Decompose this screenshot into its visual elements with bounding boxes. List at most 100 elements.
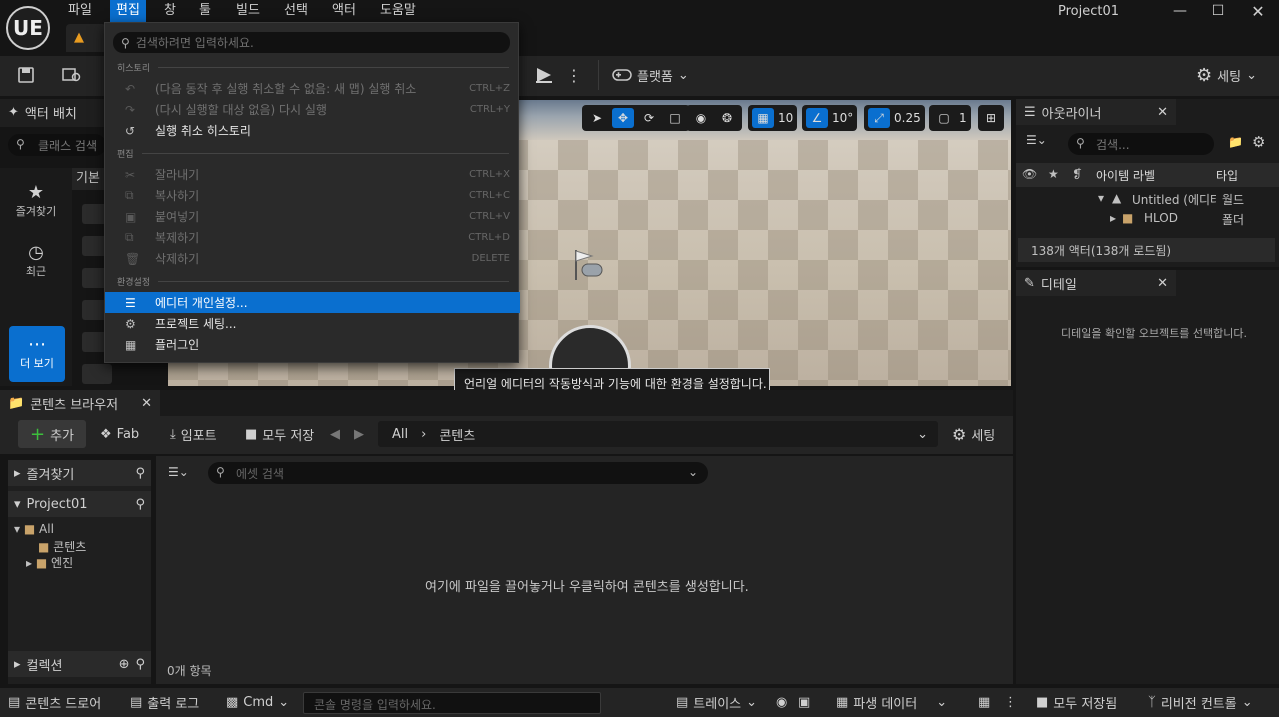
tree-item-engine[interactable]: ▸ ■ 엔진 [26, 554, 73, 571]
menu-window[interactable]: 창 [158, 0, 182, 22]
expand-arrow-icon[interactable]: ▾ [1098, 191, 1104, 205]
outliner-row[interactable]: ▾ ▲ Untitled (에디터 월드 [1016, 189, 1266, 209]
add-button[interactable]: + 추가 [18, 420, 86, 448]
layout-grid-icon[interactable]: ⊞ [982, 108, 1000, 128]
menu-edit[interactable]: 편집 [110, 0, 146, 22]
add-folder-icon[interactable]: 📁 [1228, 135, 1243, 149]
grid-snap-icon[interactable]: ▦ [752, 108, 774, 128]
favorite-column-icon[interactable]: ★ [1048, 167, 1059, 181]
forward-button[interactable]: ▶ [354, 420, 364, 448]
import-button[interactable]: ⤓ 임포트 [170, 420, 217, 448]
tree-item-content[interactable]: ■ 콘텐츠 [38, 538, 86, 555]
chevron-down-icon[interactable]: ⌄ [688, 465, 698, 479]
more-options-icon[interactable]: ⋮ [1004, 688, 1017, 717]
scale-snap-icon[interactable]: ⤢ [868, 108, 890, 128]
content-drawer-button[interactable]: ▤ 콘텐츠 드로어 [8, 688, 101, 717]
search-icon[interactable]: ⚲ [135, 657, 145, 672]
menu-item-editor-preferences[interactable]: ☰ 에디터 개인설정... [105, 292, 520, 313]
category-recent[interactable]: ◷ 최근 [0, 242, 72, 279]
column-item-label[interactable]: 아이템 라벨 [1096, 167, 1155, 184]
unreal-logo[interactable]: UE [6, 6, 50, 50]
menu-item-project-settings[interactable]: ⚙ 프로젝트 세팅... [105, 313, 520, 334]
path-root[interactable]: All [392, 427, 408, 442]
gear-icon[interactable]: ⚙ [1252, 133, 1265, 151]
favorites-section[interactable]: ▸ 즐겨찾기 ⚲ [8, 460, 151, 486]
outliner-tab[interactable]: ☰ 아웃라이너 ✕ [1016, 99, 1176, 125]
save-status-button[interactable]: ■ 모두 저장됨 [1036, 688, 1117, 717]
rotation-snap-icon[interactable]: ∠ [806, 108, 828, 128]
menu-help[interactable]: 도움말 [374, 0, 422, 22]
more-button[interactable]: ⋯ 더 보기 [9, 326, 65, 382]
search-icon[interactable]: ⚲ [135, 466, 145, 481]
expand-arrow-icon[interactable]: ▸ [1110, 211, 1116, 225]
menu-select[interactable]: 선택 [278, 0, 314, 22]
path-bar[interactable]: All › 콘텐츠 ⌄ [378, 421, 938, 447]
volume-icon[interactable] [82, 364, 112, 384]
project-section[interactable]: ▾ Project01 ⚲ [8, 491, 151, 517]
back-button[interactable]: ◀ [330, 420, 340, 448]
column-type[interactable]: 타입 [1216, 167, 1238, 184]
pin-column-icon[interactable]: ❡ [1072, 167, 1082, 181]
surface-snap-icon[interactable]: ❂ [716, 108, 738, 128]
collections-section[interactable]: ▸ 컬렉션 ⊕ ⚲ [8, 651, 151, 677]
filter-icon[interactable]: ☰⌄ [1026, 133, 1047, 147]
close-tab-icon[interactable]: ✕ [141, 396, 152, 411]
scale-mode-icon[interactable]: □ [664, 108, 686, 128]
layout-menu[interactable]: ⊞ [978, 105, 1004, 131]
menu-item-plugins[interactable]: ▦ 플러그인 [105, 334, 520, 355]
more-options-icon[interactable]: ⋮ [560, 62, 588, 88]
details-tab[interactable]: ✎ 디테일 ✕ [1016, 270, 1176, 296]
save-all-button[interactable]: ■ 모두 저장 [245, 420, 314, 448]
camera-speed-icon[interactable]: ▢ [933, 108, 955, 128]
menu-search-input[interactable]: ⚲ 검색하려면 입력하세요. [113, 32, 510, 53]
derived-data-button[interactable]: ▦ 파생 데이터 ⌄ [836, 688, 947, 717]
menu-item-cut[interactable]: ✂ 잘라내기 CTRL+X [105, 164, 520, 185]
rotation-snap-group[interactable]: ∠ 10° [802, 105, 858, 131]
world-space-icon[interactable]: ◉ [690, 108, 712, 128]
add-collection-icon[interactable]: ⊕ [119, 657, 130, 672]
grid-snap-group[interactable]: ▦ 10 [748, 105, 798, 131]
category-favorites[interactable]: ★ 즐겨찾기 [0, 182, 72, 219]
output-log-button[interactable]: ▤ 출력 로그 [130, 688, 199, 717]
close-tab-icon[interactable]: ✕ [1157, 276, 1168, 291]
asset-search-input[interactable]: ⚲ 에셋 검색 ⌄ [208, 462, 708, 484]
search-icon[interactable]: ⚲ [135, 497, 145, 512]
tree-item-all[interactable]: ▾ ■ All [14, 522, 54, 536]
trace-button[interactable]: ▤ 트레이스 ⌄ [676, 688, 757, 717]
menu-item-copy[interactable]: ⧉ 복사하기 CTRL+C [105, 185, 520, 206]
cmd-selector[interactable]: ▩ Cmd ⌄ [226, 688, 289, 717]
grid-icon[interactable]: ▦ [978, 688, 990, 717]
class-search-input[interactable]: ⚲ 클래스 검색 [8, 134, 106, 156]
close-tab-icon[interactable]: ✕ [1157, 105, 1168, 120]
translate-mode-icon[interactable]: ✥ [612, 108, 634, 128]
menu-item-paste[interactable]: ▣ 붙여넣기 CTRL+V [105, 206, 520, 227]
play-icon[interactable] [530, 62, 558, 88]
console-input[interactable]: 콘솔 명령을 입력하세요. [303, 692, 601, 714]
menu-build[interactable]: 빌드 [230, 0, 266, 22]
menu-item-delete[interactable]: 🗑 삭제하기 DELETE [105, 248, 520, 269]
filter-icon[interactable]: ☰⌄ [168, 465, 189, 479]
outliner-search-input[interactable]: ⚲ 검색... [1068, 133, 1214, 155]
asset-view[interactable]: ☰⌄ ⚲ 에셋 검색 ⌄ 여기에 파일을 끌어놓거나 우클릭하여 콘텐츠를 생성… [156, 456, 1013, 684]
settings-button[interactable]: ⚙ 세팅 ⌄ [1196, 60, 1257, 90]
fab-button[interactable]: ❖ Fab [100, 420, 139, 448]
screenshot-icon[interactable]: ▣ [798, 688, 810, 717]
cb-settings-button[interactable]: ⚙ 세팅 [952, 420, 995, 448]
outliner-row[interactable]: ▸ ■ HLOD 폴더 [1016, 209, 1266, 229]
menu-actor[interactable]: 액터 [326, 0, 362, 22]
menu-item-undo-history[interactable]: ↺ 실행 취소 히스토리 [105, 120, 520, 141]
visibility-icon[interactable]: 👁 [1022, 167, 1037, 181]
level-tab[interactable]: ▲ [66, 24, 106, 52]
select-mode-icon[interactable]: ➤ [586, 108, 608, 128]
maximize-button[interactable]: ☐ [1198, 0, 1238, 22]
platform-button[interactable]: 플랫폼 ⌄ [612, 60, 689, 90]
menu-item-undo[interactable]: ↶ (다음 동작 후 실행 취소할 수 없음: 새 맵) 실행 취소 CTRL+… [105, 78, 520, 99]
menu-file[interactable]: 파일 [62, 0, 98, 22]
record-icon[interactable]: ◉ [776, 688, 787, 717]
revision-control-button[interactable]: ᛉ 리비전 컨트롤 ⌄ [1148, 688, 1253, 717]
browse-icon[interactable] [58, 62, 86, 88]
menu-item-redo[interactable]: ↷ (다시 실행할 대상 없음) 다시 실행 CTRL+Y [105, 99, 520, 120]
minimize-button[interactable]: — [1160, 0, 1200, 22]
chevron-down-icon[interactable]: ⌄ [917, 427, 928, 442]
camera-speed-group[interactable]: ▢ 1 [929, 105, 971, 131]
